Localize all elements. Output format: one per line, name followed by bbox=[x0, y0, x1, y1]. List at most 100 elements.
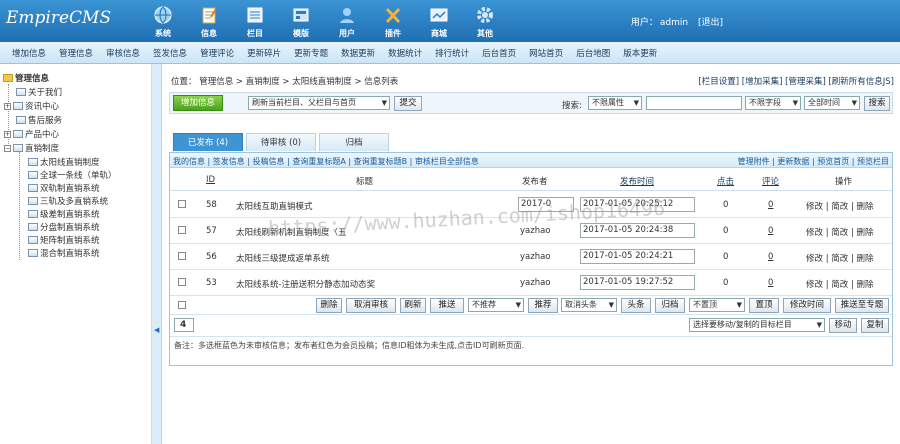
add-info-button[interactable]: 增加信息 bbox=[173, 95, 223, 111]
archive-button[interactable]: 归档 bbox=[655, 298, 685, 313]
move-button[interactable]: 移动 bbox=[829, 318, 857, 333]
row-ops[interactable]: 修改 | 简改 | 删除 bbox=[806, 200, 874, 212]
menu-item-sign-info[interactable]: 签发信息 bbox=[153, 47, 187, 59]
search-input[interactable] bbox=[646, 96, 742, 110]
tree-item-service[interactable]: 售后服务 bbox=[16, 114, 62, 126]
row-time-input[interactable]: 2017-01-05 20:24:21 bbox=[580, 249, 695, 264]
menu-item-add-info[interactable]: 增加信息 bbox=[12, 47, 46, 59]
tree-root[interactable]: 管理信息 bbox=[3, 72, 49, 84]
tree-item-about[interactable]: 关于我们 bbox=[16, 86, 62, 98]
tree-child-split-disk[interactable]: 分盘制直销系统 bbox=[28, 221, 100, 233]
edit-time-button[interactable]: 修改时间 bbox=[783, 298, 831, 313]
row-comments[interactable]: 0 bbox=[768, 226, 773, 236]
topnav-user[interactable]: 用户 bbox=[324, 0, 370, 42]
row-time-input[interactable]: 2017-01-05 19:27:52 bbox=[580, 275, 695, 290]
menu-item-manage-comments[interactable]: 管理评论 bbox=[200, 47, 234, 59]
tree-child-level-diff[interactable]: 级差制直销系统 bbox=[28, 208, 100, 220]
table-links-right[interactable]: 管理附件 | 更新数据 | 预览首页 | 预览栏目 bbox=[738, 156, 889, 167]
row-ops[interactable]: 修改 | 简改 | 删除 bbox=[806, 278, 874, 290]
copy-button[interactable]: 复制 bbox=[861, 318, 889, 333]
sidebar-collapse-handle[interactable]: ◀ bbox=[152, 64, 162, 444]
column-time[interactable]: 发布时间 bbox=[620, 175, 654, 187]
tree-item-direct-sales[interactable]: − 直销制度 bbox=[4, 142, 59, 154]
menu-item-update-fragments[interactable]: 更新碎片 bbox=[247, 47, 281, 59]
column-id[interactable]: ID bbox=[206, 175, 215, 185]
top-select[interactable]: 不置顶 ▼ bbox=[689, 298, 745, 312]
row-time-input[interactable]: 2017-01-05 20:24:38 bbox=[580, 223, 695, 238]
recommend-select[interactable]: 不推荐 ▼ bbox=[468, 298, 524, 312]
tree-child-sunline[interactable]: 太阳线直销制度 bbox=[28, 156, 100, 168]
menu-item-site-home[interactable]: 网站首页 bbox=[529, 47, 563, 59]
tree-child-matrix[interactable]: 矩阵制直销系统 bbox=[28, 234, 100, 246]
submit-button[interactable]: 提交 bbox=[394, 96, 422, 111]
expand-icon[interactable]: + bbox=[4, 130, 11, 138]
tree-item-news[interactable]: + 资讯中心 bbox=[4, 100, 59, 112]
topnav-info[interactable]: 信息 bbox=[186, 0, 232, 42]
menu-item-update-topics[interactable]: 更新专题 bbox=[294, 47, 328, 59]
logout-link[interactable]: [退出] bbox=[698, 18, 723, 28]
topnav-shop[interactable]: 商城 bbox=[416, 0, 462, 42]
unapprove-button[interactable]: 取消审核 bbox=[346, 298, 396, 313]
push-topic-button[interactable]: 推送至专题 bbox=[835, 298, 889, 313]
push-button[interactable]: 推送 bbox=[430, 298, 464, 313]
menu-item-admin-home[interactable]: 后台首页 bbox=[482, 47, 516, 59]
top-links[interactable]: [栏目设置] [增加采集] [管理采集] [刷新所有信息JS] bbox=[698, 75, 894, 87]
tree-child-global-line[interactable]: 全球一条线（单轨） bbox=[28, 169, 117, 181]
menu-item-ranking-stats[interactable]: 排行统计 bbox=[435, 47, 469, 59]
collapse-icon[interactable]: − bbox=[4, 144, 11, 152]
table-links-left[interactable]: 我的信息 | 签发信息 | 投稿信息 | 查询重复标题A | 查询重复标题B |… bbox=[173, 156, 479, 167]
row-ops[interactable]: 修改 | 简改 | 删除 bbox=[806, 252, 874, 264]
page-number[interactable]: 4 bbox=[174, 318, 194, 332]
row-checkbox[interactable] bbox=[178, 200, 186, 208]
tree-child-hybrid[interactable]: 混合制直销系统 bbox=[28, 247, 100, 259]
row-title[interactable]: 太阳线三级提成返单系统 bbox=[236, 252, 330, 264]
move-target-select[interactable]: 选择要移动/复制的目标栏目 ▼ bbox=[689, 318, 825, 332]
attribute-select[interactable]: 不限属性 ▼ bbox=[588, 96, 642, 110]
column-clicks[interactable]: 点击 bbox=[717, 175, 734, 187]
row-checkbox[interactable] bbox=[178, 278, 186, 286]
menu-item-version-update[interactable]: 版本更新 bbox=[623, 47, 657, 59]
topnav-plugin[interactable]: 插件 bbox=[370, 0, 416, 42]
menu-item-admin-map[interactable]: 后台地图 bbox=[576, 47, 610, 59]
time-select[interactable]: 全部时间 ▼ bbox=[804, 96, 860, 110]
top-button[interactable]: 置顶 bbox=[749, 298, 779, 313]
refresh-button[interactable]: 刷新 bbox=[400, 298, 426, 313]
row-comments[interactable]: 0 bbox=[768, 252, 773, 262]
row-title[interactable]: 太阳线系统-注册送积分静态加动态奖 bbox=[236, 278, 375, 290]
menu-item-manage-info[interactable]: 管理信息 bbox=[59, 47, 93, 59]
row-id[interactable]: 58 bbox=[206, 200, 217, 210]
headline-select[interactable]: 取消头条 ▼ bbox=[561, 298, 617, 312]
row-checkbox[interactable] bbox=[178, 226, 186, 234]
search-button[interactable]: 搜索 bbox=[864, 96, 890, 111]
row-id[interactable]: 53 bbox=[206, 278, 217, 288]
menu-item-data-update[interactable]: 数据更新 bbox=[341, 47, 375, 59]
tab-published[interactable]: 已发布 (4) bbox=[173, 133, 243, 151]
row-comments[interactable]: 0 bbox=[768, 200, 773, 210]
topnav-template[interactable]: 模版 bbox=[278, 0, 324, 42]
topnav-system[interactable]: 系统 bbox=[140, 0, 186, 42]
recommend-button[interactable]: 推荐 bbox=[528, 298, 558, 313]
tab-pending[interactable]: 待审核 (0) bbox=[246, 133, 316, 151]
tree-child-dual-track[interactable]: 双轨制直销系统 bbox=[28, 182, 100, 194]
row-comments[interactable]: 0 bbox=[768, 278, 773, 288]
field-select[interactable]: 不限字段 ▼ bbox=[745, 96, 801, 110]
row-id[interactable]: 57 bbox=[206, 226, 217, 236]
tab-archive[interactable]: 归档 bbox=[319, 133, 389, 151]
refresh-select[interactable]: 刷新当前栏目、父栏目与首页 ▼ bbox=[248, 96, 390, 110]
menu-item-review-info[interactable]: 审核信息 bbox=[106, 47, 140, 59]
headline-button[interactable]: 头条 bbox=[621, 298, 651, 313]
expand-icon[interactable]: + bbox=[4, 102, 11, 110]
tree-item-products[interactable]: + 产品中心 bbox=[4, 128, 59, 140]
row-checkbox[interactable] bbox=[178, 252, 186, 260]
row-ops[interactable]: 修改 | 简改 | 删除 bbox=[806, 226, 874, 238]
row-title[interactable]: 太阳线互助直销模式 bbox=[236, 200, 313, 212]
row-id[interactable]: 56 bbox=[206, 252, 217, 262]
delete-button[interactable]: 删除 bbox=[316, 298, 342, 313]
topnav-column[interactable]: 栏目 bbox=[232, 0, 278, 42]
select-all-checkbox[interactable] bbox=[178, 301, 186, 309]
topnav-other[interactable]: 其他 bbox=[462, 0, 508, 42]
column-comments[interactable]: 评论 bbox=[762, 175, 779, 187]
tree-child-multi-track[interactable]: 三轨及多直销系统 bbox=[28, 195, 108, 207]
menu-item-data-stats[interactable]: 数据统计 bbox=[388, 47, 422, 59]
chevron-down-icon: ▼ bbox=[515, 301, 521, 309]
